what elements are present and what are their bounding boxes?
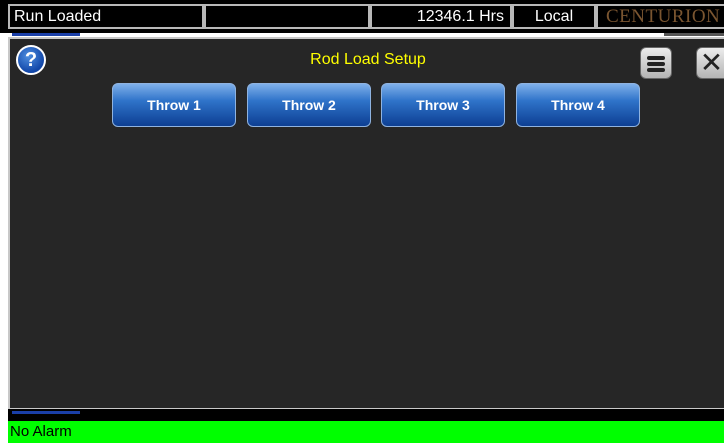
throw-1-button[interactable]: Throw 1 bbox=[112, 83, 236, 127]
top-accent-line-right bbox=[664, 33, 724, 36]
rod-load-setup-panel: ? Rod Load Setup ✕ Throw 1 Throw 2 Throw… bbox=[8, 37, 724, 408]
throw-2-button[interactable]: Throw 2 bbox=[247, 83, 371, 127]
bottom-accent-line bbox=[12, 411, 80, 414]
menu-line bbox=[647, 62, 665, 66]
menu-icon[interactable] bbox=[640, 47, 672, 79]
menu-line bbox=[647, 68, 665, 72]
close-icon[interactable]: ✕ bbox=[696, 47, 724, 79]
brand-logo: CENTURION bbox=[596, 4, 724, 29]
top-accent-line bbox=[12, 33, 80, 36]
run-hours: 12346.1 Hrs bbox=[370, 4, 512, 29]
top-status-bar: Run Loaded 12346.1 Hrs Local CENTURION bbox=[0, 0, 724, 33]
throw-4-button[interactable]: Throw 4 bbox=[516, 83, 640, 127]
bottom-divider bbox=[8, 408, 724, 421]
alarm-status-bar: No Alarm bbox=[8, 421, 724, 443]
run-status: Run Loaded bbox=[8, 4, 204, 29]
status-blank-field bbox=[204, 4, 370, 29]
page-title: Rod Load Setup bbox=[310, 51, 426, 68]
control-mode: Local bbox=[512, 4, 596, 29]
throw-3-button[interactable]: Throw 3 bbox=[381, 83, 505, 127]
menu-line bbox=[647, 56, 665, 60]
